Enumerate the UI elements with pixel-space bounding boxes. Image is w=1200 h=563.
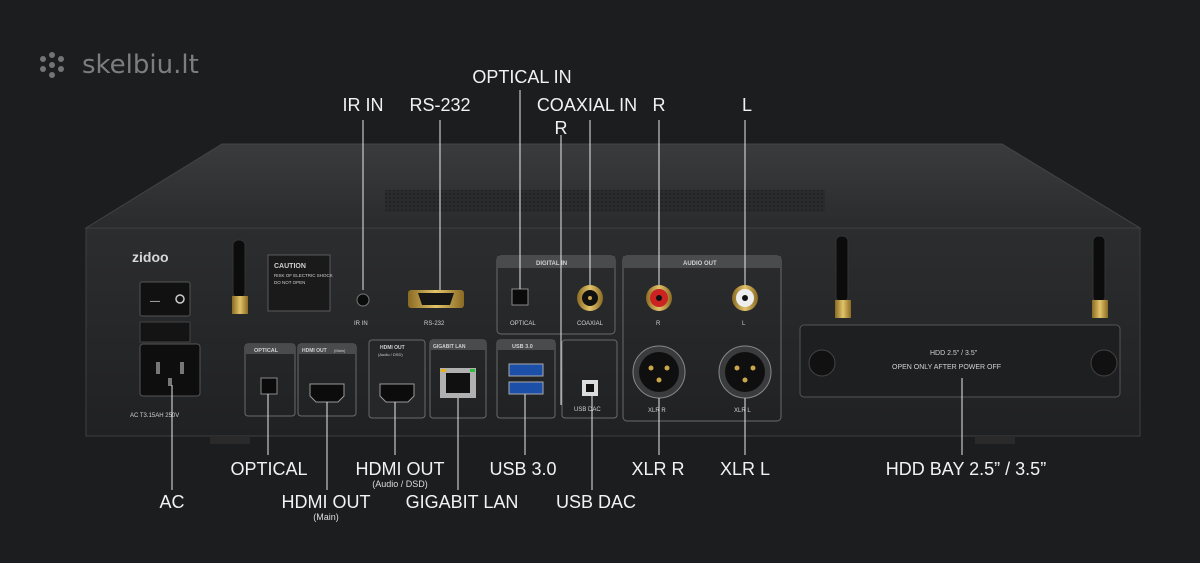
svg-text:OPTICAL: OPTICAL [510, 321, 536, 327]
svg-text:USB 3.0: USB 3.0 [512, 344, 533, 350]
usb30-port-bottom[interactable] [508, 381, 544, 395]
xlr-r-port[interactable] [632, 345, 686, 399]
svg-text:RISK OF ELECTRIC SHOCK: RISK OF ELECTRIC SHOCK [274, 273, 333, 278]
callout-r: R [652, 95, 666, 115]
xlr-l-port[interactable] [718, 345, 772, 399]
svg-text:(Audio / DSD): (Audio / DSD) [378, 352, 403, 357]
device-foot [210, 436, 250, 444]
device-foot [975, 436, 1015, 444]
callout-coaxial-in: COAXIAL IN [536, 95, 638, 115]
top-vent [385, 190, 825, 212]
lan-port[interactable] [440, 368, 476, 398]
svg-text:HDMI OUT: HDMI OUT [302, 348, 327, 354]
callout-rs232: RS-232 [409, 95, 471, 115]
svg-text:CAUTION: CAUTION [274, 263, 306, 270]
optical-out-port[interactable] [260, 377, 278, 395]
svg-text:(Main): (Main) [334, 348, 346, 353]
svg-text:—: — [150, 296, 160, 307]
callout-xlr-l: XLR L [719, 459, 771, 479]
svg-text:COAXIAL: COAXIAL [577, 321, 604, 327]
hdmi-out-main-port[interactable] [309, 383, 345, 403]
callout-hdd-bay: HDD BAY 2.5” / 3.5” [885, 459, 1047, 479]
callout-ir-in: IR IN [342, 95, 384, 115]
zidoo-logo: zidoo [132, 249, 169, 265]
svg-text:OPTICAL: OPTICAL [254, 348, 279, 354]
callout-hdmi-out-main-sub: (Main) [313, 512, 339, 522]
svg-text:GIGABIT LAN: GIGABIT LAN [433, 344, 466, 350]
svg-text:DO NOT OPEN: DO NOT OPEN [274, 280, 305, 285]
callout-r-small: R [554, 118, 568, 138]
usb30-port-top[interactable] [508, 363, 544, 377]
svg-text:AUDIO OUT: AUDIO OUT [683, 261, 717, 267]
callout-hdmi-out-audio-sub: (Audio / DSD) [372, 479, 428, 489]
svg-text:RS-232: RS-232 [424, 321, 445, 327]
svg-text:DIGITAL IN: DIGITAL IN [536, 261, 567, 267]
fuse-holder [139, 321, 191, 343]
optical-in-port[interactable] [511, 288, 529, 306]
callout-usb30: USB 3.0 [489, 459, 557, 479]
callout-optical-in: OPTICAL IN [472, 67, 572, 87]
callout-hdmi-out-audio: HDMI OUT [355, 459, 445, 479]
svg-text:OPEN ONLY AFTER POWER OFF: OPEN ONLY AFTER POWER OFF [892, 364, 1001, 371]
svg-text:IR IN: IR IN [354, 321, 368, 327]
callout-l: L [741, 95, 753, 115]
rca-l-port[interactable] [732, 285, 758, 311]
hdd-bay[interactable]: HDD 2.5” / 3.5” OPEN ONLY AFTER POWER OF… [799, 324, 1121, 398]
ac-inlet[interactable] [139, 343, 201, 397]
rs232-port[interactable] [408, 290, 464, 308]
svg-text:HDMI OUT: HDMI OUT [380, 345, 405, 351]
callout-optical: OPTICAL [230, 459, 308, 479]
callout-ac: AC [159, 492, 185, 512]
device-top-surface [84, 143, 1142, 229]
rca-r-port[interactable] [646, 285, 672, 311]
svg-text:HDD 2.5” / 3.5”: HDD 2.5” / 3.5” [930, 350, 978, 357]
callout-gigabit-lan: GIGABIT LAN [405, 492, 519, 512]
power-switch[interactable] [139, 281, 191, 317]
svg-text:R: R [656, 321, 661, 327]
hdmi-out-audio-port[interactable] [379, 383, 415, 403]
callout-hdmi-out-main: HDMI OUT [281, 492, 371, 512]
caution-label: CAUTION RISK OF ELECTRIC SHOCK DO NOT OP… [267, 254, 333, 312]
ir-in-jack[interactable] [356, 293, 370, 307]
svg-text:XLR L: XLR L [734, 408, 751, 414]
svg-text:USB DAC: USB DAC [574, 407, 601, 413]
callout-usb-dac: USB DAC [555, 492, 637, 512]
coaxial-in-port[interactable] [577, 285, 603, 311]
svg-text:XLR R: XLR R [648, 408, 666, 414]
svg-text:zidoo: zidoo [132, 249, 169, 265]
callout-xlr-r: XLR R [631, 459, 685, 479]
